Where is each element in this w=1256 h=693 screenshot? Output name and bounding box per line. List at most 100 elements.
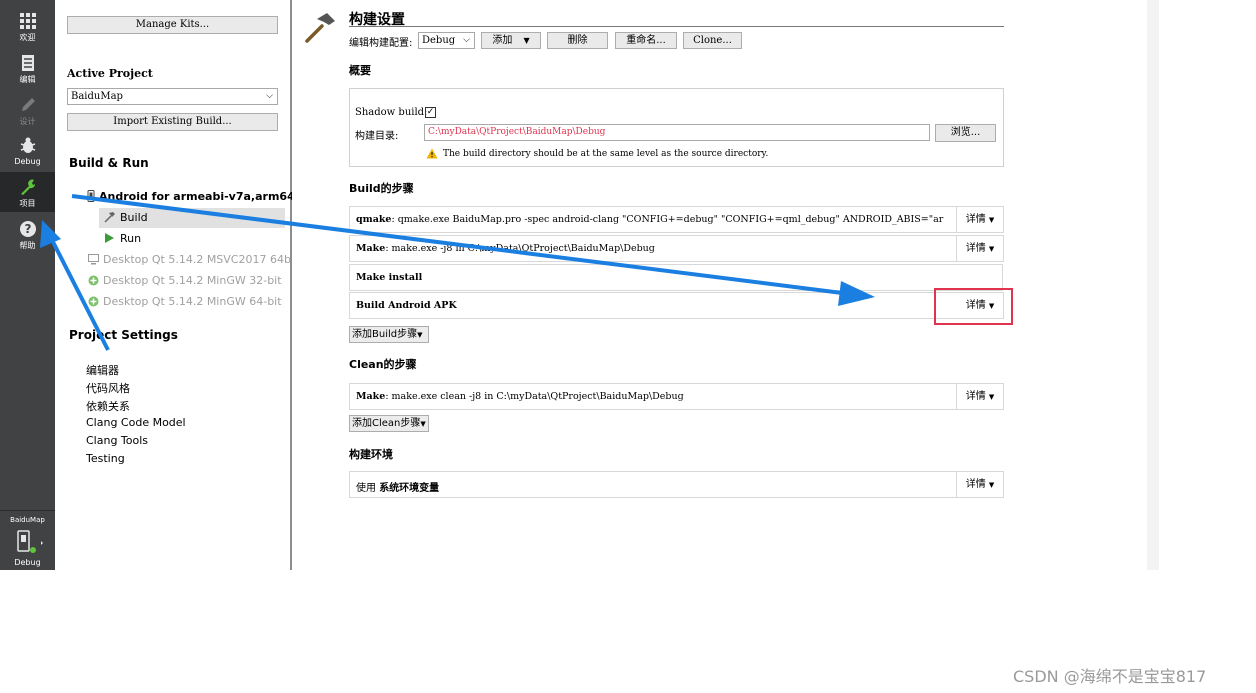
hammer-icon xyxy=(104,212,115,223)
dropdown-arrow-icon: ▼ xyxy=(417,331,423,339)
build-dir-input[interactable]: C:\myData\QtProject\BaiduMap\Debug xyxy=(424,124,930,141)
kit-desktop-mingw64[interactable]: Desktop Qt 5.14.2 MinGW 64-bit xyxy=(88,295,282,308)
settings-item-dependencies[interactable]: 依赖关系 xyxy=(86,398,130,414)
edit-config-label: 编辑构建配置: xyxy=(349,38,413,49)
mode-welcome[interactable]: 欢迎 xyxy=(0,6,55,46)
dropdown-arrow-icon: ▼ xyxy=(988,481,995,489)
details-button[interactable]: 详情 ▼ xyxy=(956,384,1003,409)
svg-text:?: ? xyxy=(24,222,31,236)
settings-item-clang-tools[interactable]: Clang Tools xyxy=(86,434,148,447)
build-item[interactable]: Build xyxy=(104,211,148,224)
details-label: 详情 xyxy=(965,391,986,402)
mode-projects[interactable]: 项目 xyxy=(0,172,55,212)
kit-android[interactable]: Android for armeabi-v7a,arm64... xyxy=(86,190,307,203)
import-existing-build-button[interactable]: Import Existing Build... xyxy=(67,113,278,131)
shadow-build-checkbox[interactable]: ✓ xyxy=(425,107,436,118)
mode-edit[interactable]: 编辑 xyxy=(0,48,55,88)
delete-config-button[interactable]: 删除 xyxy=(547,32,608,49)
add-kit-icon xyxy=(88,296,99,307)
mode-help[interactable]: ? 帮助 xyxy=(0,214,55,254)
highlight-box xyxy=(934,288,1013,325)
add-build-step-button[interactable]: 添加Build步骤▼ xyxy=(349,326,429,343)
mode-design[interactable]: 设计 xyxy=(0,90,55,130)
watermark: CSDN @海绵不是宝宝817 xyxy=(1013,667,1207,686)
device-icon xyxy=(87,190,95,202)
build-step-make: Make: make.exe -j8 in C:\myData\QtProjec… xyxy=(349,235,1004,262)
kit-name: Desktop Qt 5.14.2 MinGW 32-bit xyxy=(103,274,282,287)
settings-item-code-style[interactable]: 代码风格 xyxy=(86,380,130,396)
active-project-value: BaiduMap xyxy=(71,91,123,102)
details-button[interactable]: 详情 ▼ xyxy=(956,207,1003,232)
add-clean-step-label: 添加Clean步骤 xyxy=(352,418,421,429)
step-command: : qmake.exe BaiduMap.pro -spec android-c… xyxy=(391,214,944,225)
dropdown-arrow-icon: ▼ xyxy=(988,393,995,401)
edit-doc-icon xyxy=(21,55,34,71)
add-clean-step-button[interactable]: 添加Clean步骤▼ xyxy=(349,415,429,432)
chevron-down-icon: ⌵ xyxy=(463,35,470,45)
step-text: Build Android APK xyxy=(356,300,457,311)
mode-label: 编辑 xyxy=(19,75,36,84)
play-icon xyxy=(105,233,114,243)
scroll-strip xyxy=(1147,0,1159,570)
step-prefix: Make xyxy=(356,243,386,254)
env-use-label: 使用 xyxy=(356,483,376,494)
build-env-row: 使用 系统环境变量 详情 ▼ xyxy=(349,471,1004,498)
target-selector[interactable] xyxy=(14,530,44,554)
warning-icon xyxy=(426,148,438,159)
details-button[interactable]: 详情 ▼ xyxy=(956,236,1003,261)
add-kit-icon xyxy=(88,275,99,286)
grid-icon xyxy=(19,13,36,29)
active-project-select[interactable]: BaiduMap ⌵ xyxy=(67,88,278,105)
mode-label: 欢迎 xyxy=(19,33,36,42)
mode-debug[interactable]: Debug xyxy=(0,131,55,171)
title-rule xyxy=(349,26,1004,27)
settings-item-editor[interactable]: 编辑器 xyxy=(86,362,119,378)
build-dir-warning: The build directory should be at the sam… xyxy=(443,149,769,159)
pencil-icon xyxy=(21,98,35,111)
mode-label: 帮助 xyxy=(19,241,36,250)
step-text: 使用 系统环境变量 xyxy=(356,479,439,494)
config-value: Debug xyxy=(422,35,456,46)
step-text: qmake: qmake.exe BaiduMap.pro -spec andr… xyxy=(356,214,943,225)
run-item[interactable]: Run xyxy=(104,232,141,245)
kit-desktop-mingw32[interactable]: Desktop Qt 5.14.2 MinGW 32-bit xyxy=(88,274,282,287)
build-run-header: Build & Run xyxy=(69,156,149,170)
manage-kits-button[interactable]: Manage Kits... xyxy=(67,16,278,34)
dropdown-arrow-icon: ▼ xyxy=(523,36,530,45)
help-icon: ? xyxy=(19,221,36,237)
clone-config-button[interactable]: Clone... xyxy=(683,32,742,49)
shadow-build-label: Shadow build: xyxy=(355,107,428,118)
settings-item-testing[interactable]: Testing xyxy=(86,452,125,465)
divider xyxy=(0,510,55,511)
details-button[interactable]: 详情 ▼ xyxy=(956,472,1003,497)
build-env-header: 构建环境 xyxy=(349,448,393,461)
monitor-icon xyxy=(88,254,99,265)
build-step-make-install: Make install xyxy=(349,264,1003,291)
device-icon xyxy=(17,530,43,553)
browse-button[interactable]: 浏览... xyxy=(935,124,996,142)
dropdown-arrow-icon: ▼ xyxy=(420,420,426,428)
dropdown-arrow-icon: ▼ xyxy=(988,216,995,224)
active-project-label: Active Project xyxy=(67,67,153,80)
env-value: 系统环境变量 xyxy=(379,483,440,494)
kit-desktop-msvc[interactable]: Desktop Qt 5.14.2 MSVC2017 64bit xyxy=(88,253,298,266)
config-select[interactable]: Debug ⌵ xyxy=(418,32,475,49)
details-label: 详情 xyxy=(965,479,986,490)
build-step-android-apk: Build Android APK 详情 ▼ xyxy=(349,292,1004,319)
add-build-step-label: 添加Build步骤 xyxy=(352,329,418,340)
step-text: Make: make.exe -j8 in C:\myData\QtProjec… xyxy=(356,243,655,254)
settings-item-clang-code-model[interactable]: Clang Code Model xyxy=(86,416,186,429)
clean-step-make: Make: make.exe clean -j8 in C:\myData\Qt… xyxy=(349,383,1004,410)
step-prefix: Build Android APK xyxy=(356,300,457,311)
rename-config-button[interactable]: 重命名... xyxy=(615,32,677,49)
clean-steps-header: Clean的步骤 xyxy=(349,358,417,371)
run-label: Run xyxy=(120,232,142,245)
mode-bar: 欢迎 编辑 设计 Debug 项目 ? 帮助 BaiduMap Debug xyxy=(0,0,55,570)
mode-label: Debug xyxy=(14,157,41,166)
step-prefix: qmake xyxy=(356,214,392,225)
wrench-icon xyxy=(20,179,35,195)
build-dir-label: 构建目录: xyxy=(355,131,399,142)
add-config-button[interactable]: 添加 ▼ xyxy=(481,32,541,49)
build-step-qmake: qmake: qmake.exe BaiduMap.pro -spec andr… xyxy=(349,206,1004,233)
step-command: : make.exe -j8 in C:\myData\QtProject\Ba… xyxy=(385,243,655,254)
